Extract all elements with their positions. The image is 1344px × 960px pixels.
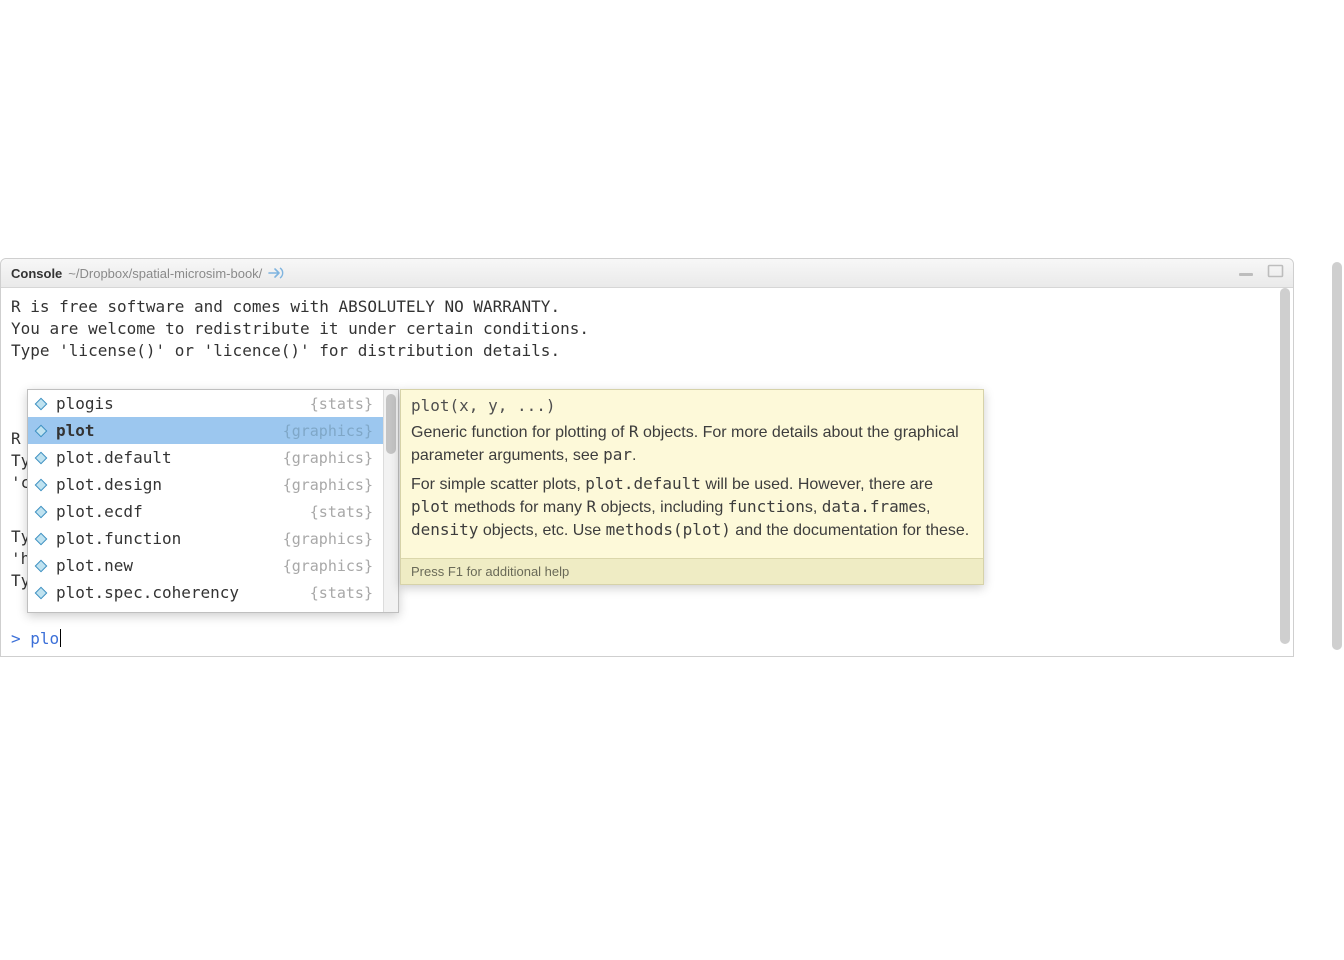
console-title: Console: [11, 266, 62, 281]
autocomplete-item-package: {stats}: [310, 584, 373, 602]
scrollbar-thumb[interactable]: [1280, 288, 1290, 644]
function-icon: [34, 559, 48, 573]
autocomplete-scrollbar[interactable]: [383, 390, 398, 612]
autocomplete-item-package: {graphics}: [283, 476, 373, 494]
autocomplete-item-name: plot.spec.coherency: [56, 583, 310, 602]
bg-text: R: [11, 428, 21, 450]
function-icon: [34, 586, 48, 600]
autocomplete-item-name: plot.default: [56, 448, 283, 467]
function-icon: [34, 424, 48, 438]
help-signature: plot(x, y, ...): [401, 390, 983, 415]
autocomplete-item-name: plot.ecdf: [56, 502, 310, 521]
maximize-icon[interactable]: [1267, 264, 1285, 278]
help-footer: Press F1 for additional help: [401, 558, 983, 584]
autocomplete-item[interactable]: plot.new{graphics}: [28, 552, 383, 579]
console-path: ~/Dropbox/spatial-microsim-book/: [68, 266, 262, 281]
autocomplete-item-package: {graphics}: [283, 530, 373, 548]
autocomplete-list[interactable]: plogis{stats}plot{graphics}plot.default{…: [28, 390, 383, 612]
function-icon: [34, 397, 48, 411]
minimize-icon[interactable]: [1237, 264, 1259, 278]
autocomplete-item-package: {graphics}: [283, 449, 373, 467]
function-icon: [34, 532, 48, 546]
page-scrollbar[interactable]: [1332, 262, 1342, 650]
prompt-line[interactable]: > plo: [11, 628, 61, 650]
autocomplete-item-package: {stats}: [310, 503, 373, 521]
function-icon: [34, 451, 48, 465]
autocomplete-item[interactable]: plot.design{graphics}: [28, 471, 383, 498]
autocomplete-item[interactable]: plot.ecdf{stats}: [28, 498, 383, 525]
panel-scrollbar[interactable]: [1280, 288, 1290, 644]
autocomplete-item[interactable]: plot.spec.coherency{stats}: [28, 579, 383, 606]
startup-text: R is free software and comes with ABSOLU…: [11, 296, 1283, 362]
autocomplete-item-name: plot: [56, 421, 283, 440]
scrollbar-thumb[interactable]: [1332, 262, 1342, 650]
help-tooltip: plot(x, y, ...) Generic function for plo…: [400, 389, 984, 585]
function-icon: [34, 505, 48, 519]
text-caret: [60, 629, 61, 647]
autocomplete-item[interactable]: plot{graphics}: [28, 417, 383, 444]
autocomplete-item[interactable]: plogis{stats}: [28, 390, 383, 417]
autocomplete-item[interactable]: plot.default{graphics}: [28, 444, 383, 471]
scrollbar-thumb[interactable]: [386, 394, 396, 454]
console-header: Console ~/Dropbox/spatial-microsim-book/: [1, 259, 1293, 288]
autocomplete-item-name: plot.new: [56, 556, 283, 575]
autocomplete-item-name: plot.design: [56, 475, 283, 494]
autocomplete-item-package: {graphics}: [283, 557, 373, 575]
autocomplete-item-package: {graphics}: [283, 422, 373, 440]
open-path-icon[interactable]: [268, 266, 284, 280]
autocomplete-item-name: plogis: [56, 394, 310, 413]
autocomplete-item-name: plot.function: [56, 529, 283, 548]
autocomplete-popup: plogis{stats}plot{graphics}plot.default{…: [27, 389, 399, 613]
autocomplete-item-package: {stats}: [310, 395, 373, 413]
function-icon: [34, 478, 48, 492]
autocomplete-item[interactable]: plot.function{graphics}: [28, 525, 383, 552]
help-description: Generic function for plotting of R objec…: [401, 415, 983, 558]
